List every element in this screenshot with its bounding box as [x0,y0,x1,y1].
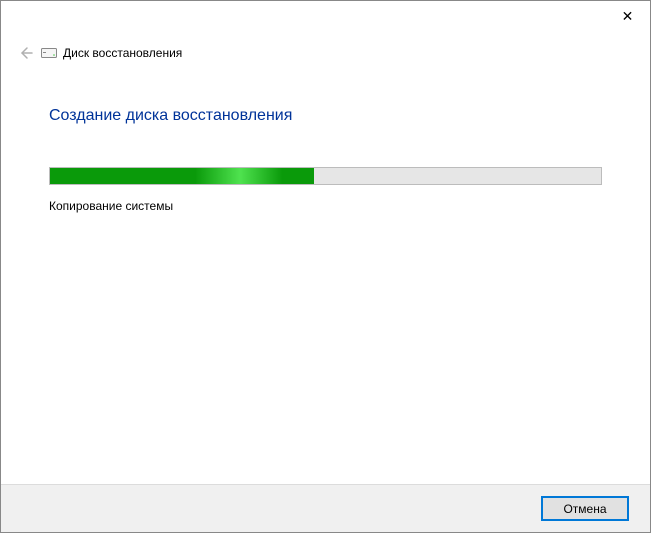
back-arrow-icon [15,43,35,63]
button-bar: Отмена [1,484,650,532]
status-text: Копирование системы [49,199,602,213]
drive-icon [41,47,57,59]
progress-bar [49,167,602,185]
page-title: Создание диска восстановления [49,107,602,125]
close-icon: ✕ [622,8,634,25]
titlebar: ✕ [1,1,650,33]
cancel-button[interactable]: Отмена [542,497,628,520]
close-button[interactable]: ✕ [605,1,650,31]
window-title: Диск восстановления [63,46,182,60]
progress-fill [50,168,314,184]
content-area: Создание диска восстановления Копировани… [1,69,650,213]
header-row: Диск восстановления [1,33,650,69]
